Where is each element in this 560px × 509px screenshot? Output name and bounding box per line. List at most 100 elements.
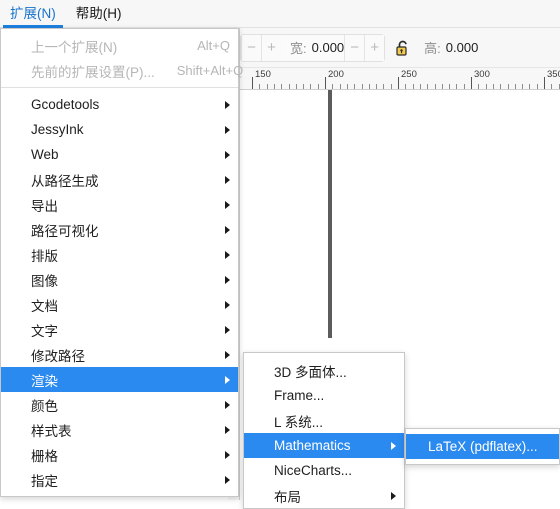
height-input[interactable]: 0.000	[446, 40, 479, 55]
submenu-arrow-icon	[225, 300, 230, 309]
menu-item-shortcut: Shift+Alt+Q	[176, 63, 244, 78]
ruler-minor-tick	[463, 84, 465, 89]
math-item-latex-pdflatex[interactable]: LaTeX (pdflatex)...	[406, 434, 559, 459]
menu-item-先前的扩展设置p: 先前的扩展设置(P)... Shift+Alt+Q	[1, 58, 243, 83]
menu-item-label: 排版	[31, 248, 58, 264]
ruler-minor-tick	[354, 84, 356, 89]
ruler-minor-tick	[383, 84, 385, 89]
ruler-minor-tick	[419, 84, 421, 89]
menu-item-label: 文字	[31, 323, 58, 339]
menu-item-label: 上一个扩展(N)	[31, 39, 118, 55]
ruler-minor-tick	[522, 84, 524, 89]
render-item-frame[interactable]: Frame...	[244, 383, 404, 408]
menu-item-label: 样式表	[31, 423, 72, 439]
menu-item-label: 3D 多面体...	[274, 364, 347, 380]
menubar-item-help[interactable]: 帮助(H)	[66, 0, 132, 28]
ruler-minor-tick	[361, 84, 363, 89]
width-input[interactable]: 0.000	[312, 40, 345, 55]
ruler-minor-tick	[507, 84, 509, 89]
menu-render: 3D 多面体... Frame... L 系统... Mathematics NiceC…	[243, 352, 405, 509]
menu-item-label: 渲染	[31, 373, 58, 389]
menubar-item-label: 帮助(H)	[75, 5, 122, 21]
ruler-minor-tick	[266, 84, 268, 89]
submenu-arrow-icon	[225, 175, 230, 184]
menu-item-文字[interactable]: 文字	[1, 317, 238, 342]
menu-item-web[interactable]: Web	[1, 142, 238, 167]
ruler-minor-tick	[259, 84, 261, 89]
menu-item-label: 布局	[274, 489, 301, 505]
ruler-minor-tick	[390, 84, 392, 89]
render-item-mathematics[interactable]: Mathematics	[244, 433, 404, 458]
render-item-nicecharts[interactable]: NiceCharts...	[244, 458, 404, 483]
menu-item-导出[interactable]: 导出	[1, 192, 238, 217]
menu-item-排版[interactable]: 排版	[1, 242, 238, 267]
menu-item-label: L 系统...	[274, 414, 324, 430]
submenu-arrow-icon	[391, 441, 396, 450]
ruler-major-tick	[252, 77, 253, 89]
menu-item-栅格[interactable]: 栅格	[1, 442, 238, 467]
menu-item-修改路径[interactable]: 修改路径	[1, 342, 238, 367]
menu-item-路径可视化[interactable]: 路径可视化	[1, 217, 238, 242]
horizontal-ruler[interactable]: 150 200 250 300 350	[240, 68, 560, 90]
menu-item-label: Mathematics	[274, 438, 351, 453]
menu-item-指定[interactable]: 指定	[1, 467, 238, 492]
inkscape-window: 扩展(N) 帮助(H) − + 宽: 0.000 − + 高: 0.000 15…	[0, 0, 560, 509]
menu-item-样式表[interactable]: 样式表	[1, 417, 238, 442]
ruler-tick-label: 150	[255, 69, 271, 80]
menu-item-颜色[interactable]: 颜色	[1, 392, 238, 417]
menu-item-label: 栅格	[31, 448, 58, 464]
menu-item-渲染[interactable]: 渲染	[1, 367, 238, 392]
ruler-minor-tick	[317, 84, 319, 89]
height-increment-button[interactable]: +	[364, 34, 385, 61]
width-decrement-button[interactable]: −	[241, 34, 261, 61]
ruler-minor-tick	[376, 84, 378, 89]
ruler-minor-tick	[500, 84, 502, 89]
width-control-group: − + 宽: 0.000 − +	[240, 33, 386, 62]
ruler-minor-tick	[434, 84, 436, 89]
ruler-tick-label: 300	[474, 69, 490, 80]
ruler-tick-label: 200	[328, 69, 344, 80]
submenu-arrow-icon	[225, 225, 230, 234]
height-decrement-button[interactable]: −	[344, 34, 365, 61]
submenu-arrow-icon	[225, 125, 230, 134]
ruler-minor-tick	[514, 84, 516, 89]
menubar-item-extensions[interactable]: 扩展(N)	[0, 0, 66, 28]
menu-item-label: 文档	[31, 298, 58, 314]
ruler-minor-tick	[551, 84, 553, 89]
menu-item-label: 修改路径	[31, 348, 85, 364]
submenu-arrow-icon	[225, 375, 230, 384]
unlocked-padlock-icon[interactable]	[395, 39, 411, 57]
render-item-l-系统[interactable]: L 系统...	[244, 408, 404, 433]
menu-item-jessyink[interactable]: JessyInk	[1, 117, 238, 142]
menu-item-文档[interactable]: 文档	[1, 292, 238, 317]
menu-item-label: 导出	[31, 198, 58, 214]
ruler-minor-tick	[339, 84, 341, 89]
menu-item-label: LaTeX (pdflatex)...	[428, 439, 538, 454]
width-stepper-right[interactable]: − +	[344, 34, 385, 61]
page-border	[328, 90, 332, 338]
menu-item-label: 从路径生成	[31, 173, 99, 189]
width-stepper[interactable]: − +	[241, 34, 281, 61]
menu-item-label: 先前的扩展设置(P)...	[31, 64, 155, 80]
ruler-minor-tick	[529, 84, 531, 89]
render-item-3d-多面体[interactable]: 3D 多面体...	[244, 358, 404, 383]
menu-item-shortcut: Alt+Q	[197, 38, 230, 53]
menu-item-label: Web	[31, 147, 59, 162]
ruler-major-tick	[398, 77, 399, 89]
ruler-minor-tick	[346, 84, 348, 89]
ruler-tick-label: 350	[547, 69, 560, 80]
menu-item-从路径生成[interactable]: 从路径生成	[1, 167, 238, 192]
width-increment-button[interactable]: +	[261, 34, 281, 61]
menu-item-图像[interactable]: 图像	[1, 267, 238, 292]
menu-separator	[1, 87, 238, 88]
render-item-布局[interactable]: 布局	[244, 483, 404, 508]
ruler-minor-tick	[492, 84, 494, 89]
ruler-minor-tick	[281, 84, 283, 89]
ruler-minor-tick	[273, 84, 275, 89]
ruler-minor-tick	[536, 84, 538, 89]
menu-extensions: 上一个扩展(N) Alt+Q 先前的扩展设置(P)... Shift+Alt+Q Gco…	[0, 28, 243, 497]
ruler-minor-tick	[558, 84, 560, 89]
submenu-arrow-icon	[225, 325, 230, 334]
menu-mathematics: LaTeX (pdflatex)...	[405, 428, 560, 465]
menu-item-gcodetools[interactable]: Gcodetools	[1, 92, 238, 117]
